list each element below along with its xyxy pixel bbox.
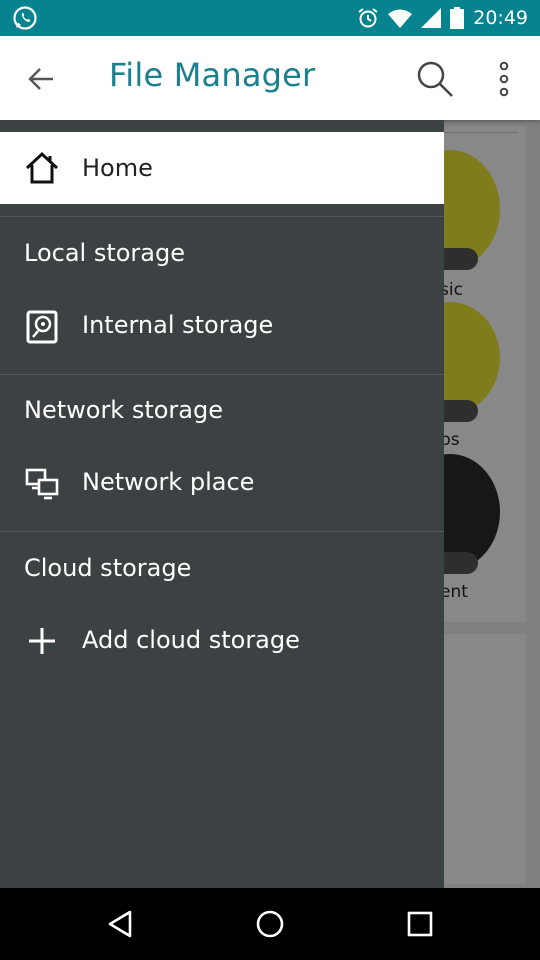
divider [0,531,444,532]
storage-icon [26,310,58,344]
search-icon[interactable] [416,60,454,98]
wifi-icon [388,9,413,28]
back-arrow-icon[interactable] [26,64,56,94]
status-time: 20:49 [473,7,528,29]
system-nav-bar [0,888,540,960]
status-bar: 20:49 [0,0,540,36]
network-icon [25,468,59,500]
section-local-storage: Local storage [24,239,186,267]
drawer-item-label: Network place [82,468,255,496]
signal-icon [421,8,442,28]
alarm-icon [358,8,378,28]
nav-home-icon[interactable] [254,908,286,940]
battery-icon [450,7,465,29]
home-icon [25,151,59,184]
drawer-item-label: Internal storage [82,311,274,339]
navigation-drawer: Home Local storage Internal storage Netw… [0,120,444,888]
divider [0,216,444,217]
divider [0,374,444,375]
drawer-item-label: Add cloud storage [82,626,300,654]
section-network-storage: Network storage [24,396,224,424]
more-vert-icon[interactable] [494,60,514,98]
add-icon [29,628,55,654]
drawer-item-label: Home [82,154,153,182]
section-cloud-storage: Cloud storage [24,554,192,582]
nav-back-icon[interactable] [104,908,136,940]
app-bar: File Manager [0,36,540,120]
whatsapp-icon [13,6,37,30]
nav-recents-icon[interactable] [404,908,436,940]
drawer-item-home[interactable]: Home [0,132,444,204]
app-title: File Manager [109,56,316,94]
